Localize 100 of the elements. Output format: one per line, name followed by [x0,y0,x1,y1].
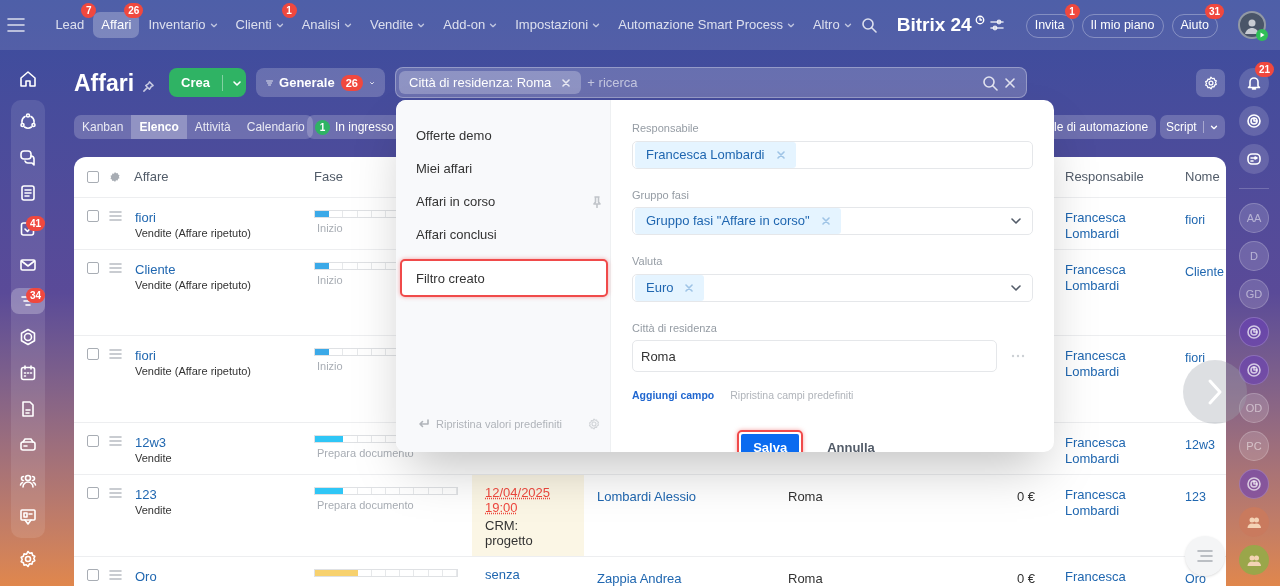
chat-avatar[interactable] [1239,317,1269,347]
contact-link[interactable]: Lombardi Alessio [597,489,696,504]
counter-badge: 41 [25,216,45,231]
automation-button[interactable]: le di automazione [1054,115,1157,139]
home-icon[interactable] [19,70,37,88]
menu-icon[interactable] [6,18,25,32]
name-link[interactable]: Oro [1185,572,1206,586]
view-tab[interactable]: Attività [186,115,239,139]
deadline-text[interactable]: senza [485,567,555,582]
drag-handle-icon[interactable] [109,436,122,446]
drag-handle-icon[interactable] [109,488,122,498]
checkbox[interactable] [87,435,99,447]
checkbox[interactable] [87,210,99,222]
filter-chip[interactable]: Città di residenza: Roma [399,71,582,94]
deal-link[interactable]: fiori [135,348,310,363]
chat-avatar[interactable] [1239,507,1269,537]
more-icon[interactable] [1011,354,1025,358]
nav-tab[interactable]: Altro [804,12,861,38]
drag-handle-icon[interactable] [109,570,122,580]
incoming-button[interactable]: 1 In ingresso [307,115,397,139]
responsible-link[interactable]: Francesca Lombardi [1065,348,1145,380]
view-tab[interactable]: Kanban [74,115,132,139]
chat-avatar[interactable] [1239,469,1269,499]
column-header[interactable]: Nome [1180,167,1226,187]
chat-avatar[interactable] [1239,545,1269,575]
checkbox[interactable] [87,487,99,499]
search-icon[interactable] [982,74,998,91]
preset-name-field[interactable]: Filtro creato [400,259,608,297]
save-button[interactable]: Salva [741,433,800,452]
close-icon[interactable] [776,150,785,159]
people-icon [19,472,37,490]
user-avatar[interactable] [1238,11,1266,39]
deal-link[interactable]: Cliente [135,262,310,277]
drag-handle-icon[interactable] [109,349,122,359]
tag-chip[interactable]: Gruppo fasi "Affare in corso" [635,208,841,234]
drag-handle-icon[interactable] [109,263,122,273]
search-icon[interactable] [860,17,877,33]
settings-icon[interactable] [109,171,121,183]
close-icon[interactable] [821,217,830,225]
assistant-button[interactable] [1239,106,1269,136]
script-button[interactable]: Script [1160,115,1225,139]
field-label: Valuta [632,254,664,269]
preset-item[interactable]: Offerte demo [396,119,610,152]
stage-bar[interactable] [314,487,458,495]
messenger-button[interactable] [1239,144,1269,174]
preset-item[interactable]: Affari conclusi [396,218,610,251]
preset-item[interactable]: Affari in corso [396,185,610,218]
tag-chip[interactable]: Francesca Lombardi [635,141,796,168]
close-icon[interactable] [685,283,694,292]
return-icon[interactable] [418,417,430,430]
nav-tab[interactable]: Automazione Smart Process [610,12,804,38]
pin-icon[interactable] [142,79,156,93]
tag-field[interactable]: Euro [632,273,1033,302]
preset-item[interactable]: Miei affari [396,152,610,185]
deal-link[interactable]: Oro [135,569,310,584]
tag-field[interactable]: Gruppo fasi "Affare in corso" [632,207,1033,235]
nav-tab[interactable]: Vendite [361,12,435,38]
drag-handle-icon[interactable] [109,211,122,221]
checkbox[interactable] [87,569,99,581]
deal-link[interactable]: 12w3 [135,435,310,450]
checkbox[interactable] [87,348,99,360]
tag-field[interactable]: Francesca Lombardi [632,140,1033,169]
deal-link[interactable]: 123 [135,487,310,502]
nav-tab[interactable]: Impostazioni [507,12,610,38]
name-link[interactable]: 12w3 [1185,438,1215,452]
contact-link[interactable]: Zappia Andrea [597,571,682,586]
search-field[interactable]: Città di residenza: Roma + ricerca [395,67,1027,98]
spiral-icon [1246,476,1262,492]
view-tab[interactable]: Elenco [131,115,187,139]
name-link[interactable]: 123 [1185,490,1206,504]
sidebar-item[interactable]: 34 [11,288,45,314]
sidebar-item[interactable]: 41 [11,216,45,242]
text-field[interactable]: Roma [632,340,997,372]
chat-avatar[interactable] [1239,355,1269,385]
stage-bar[interactable] [314,569,458,577]
nav-tab[interactable]: Add-on [435,12,507,38]
name-link[interactable]: fiori [1185,351,1206,365]
spiral-icon [1246,324,1262,340]
responsible-link[interactable]: Francesca Lombardi [1065,435,1145,467]
tag-chip[interactable]: Euro [635,274,705,301]
checkbox[interactable] [87,171,99,183]
add-field-link[interactable]: Aggiungi campo [632,388,715,404]
responsible-link[interactable]: Francesca Lombardi [1065,487,1145,519]
deadline-text[interactable]: 12/04/2025 19:00 [485,485,555,515]
preset-button[interactable]: Generale 26 [256,68,385,97]
settings-icon[interactable] [587,417,600,430]
name-link[interactable]: Cliente [1185,265,1224,279]
column-header[interactable]: Responsabile [1055,167,1180,187]
responsible-link[interactable]: Francesca [1065,569,1145,585]
caret-icon [1208,122,1219,132]
column-header[interactable]: Affare [130,167,310,187]
name-link[interactable]: fiori [1185,213,1206,227]
responsible-link[interactable]: Francesca Lombardi [1065,262,1145,294]
sliders-icon[interactable] [989,19,1004,31]
next-button[interactable] [1183,360,1247,424]
checkbox[interactable] [87,262,99,274]
settings-button[interactable] [1196,69,1225,97]
deal-link[interactable]: fiori [135,210,310,225]
cancel-button[interactable]: Annulla [823,433,879,452]
responsible-link[interactable]: Francesca Lombardi [1065,210,1145,242]
